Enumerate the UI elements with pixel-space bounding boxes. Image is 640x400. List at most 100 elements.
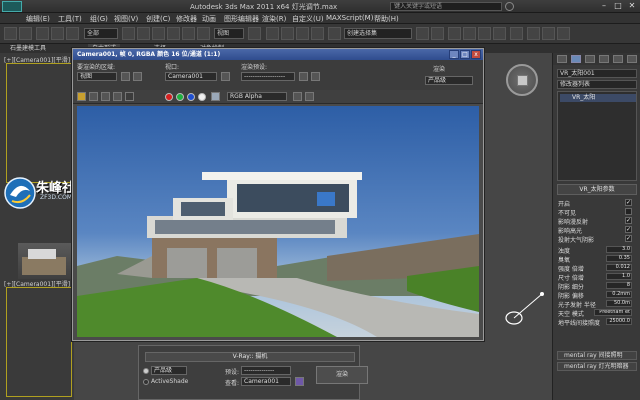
create-tab-icon[interactable] [557,55,567,63]
save-image-icon[interactable] [77,92,86,101]
menu-views[interactable]: 视图(V) [114,14,138,24]
clear-image-icon[interactable] [125,92,134,101]
environment-effects-icon[interactable] [311,72,320,81]
vray-preset-dropdown[interactable]: -------------- [241,366,291,375]
hierarchy-tab-icon[interactable] [585,55,595,63]
named-selection-dropdown[interactable]: 创建选择集 [344,28,412,39]
mr-light-shader-rollout[interactable]: mental ray 灯光明暗器 [557,362,637,371]
production-radio[interactable] [143,368,149,374]
link-icon[interactable] [36,27,49,40]
invisible-checkbox[interactable] [625,208,632,215]
viewcube-face-icon[interactable] [517,75,528,86]
menu-graph-editors[interactable]: 图形编辑器 [224,14,259,24]
material-editor-icon[interactable] [510,27,523,40]
reference-coord-dropdown[interactable]: 视图 [214,28,244,39]
toggle-ui-icon[interactable] [293,92,302,101]
percent-snap-icon[interactable] [296,27,309,40]
shadow-bias-spinner[interactable]: 0.2mm [606,291,632,298]
select-by-name-icon[interactable] [137,27,150,40]
render-setup-icon[interactable] [527,27,540,40]
search-input[interactable]: 键入关键字或短语 [390,2,502,11]
edit-named-selection-icon[interactable] [328,27,341,40]
intensity-spinner[interactable]: 0.012 [606,264,632,271]
copy-image-icon[interactable] [89,92,98,101]
monochrome-icon[interactable] [211,92,220,101]
red-channel-icon[interactable] [165,93,173,101]
auto-region-icon[interactable] [133,72,142,81]
menu-edit[interactable]: 编辑(E) [26,14,50,24]
curve-editor-icon[interactable] [478,27,491,40]
toggle-overlay-icon[interactable] [305,92,314,101]
render-window-minimize-button[interactable]: _ [449,50,459,59]
bind-space-warp-icon[interactable] [66,27,79,40]
move-icon[interactable] [167,27,180,40]
search-icon[interactable] [505,2,514,11]
spinner-snap-icon[interactable] [311,27,324,40]
menu-animation[interactable]: 动画 [202,14,216,24]
menu-maxscript[interactable]: MAXScript(M) [326,14,373,22]
render-window-maximize-button[interactable]: □ [460,50,470,59]
display-tab-icon[interactable] [613,55,623,63]
viewport-label-bottom[interactable]: [+][Camera001][平滑] [4,279,70,288]
size-spinner[interactable]: 1.0 [606,273,632,280]
alpha-channel-icon[interactable] [198,93,206,101]
align-icon[interactable] [431,27,444,40]
select-object-icon[interactable] [122,27,135,40]
redo-icon[interactable] [19,27,32,40]
edit-region-icon[interactable] [121,72,130,81]
menu-customize[interactable]: 自定义(U) [292,14,324,24]
sky-model-dropdown[interactable]: Preetham et [594,309,632,316]
affect-diffuse-checkbox[interactable]: ✓ [625,217,632,224]
render-setup-icon[interactable] [299,72,308,81]
render-button[interactable]: 渲染 [433,64,445,73]
enabled-checkbox[interactable]: ✓ [625,199,632,206]
graphite-toggle-icon[interactable] [463,27,476,40]
shadow-subdivs-spinner[interactable]: 8 [606,282,632,289]
mirror-icon[interactable] [416,27,429,40]
blue-channel-icon[interactable] [187,93,195,101]
modifier-list-dropdown[interactable]: 修改器列表 [557,80,637,89]
menu-help[interactable]: 帮助(H) [374,14,399,24]
production-dropdown[interactable]: 产品级 [425,76,473,85]
schematic-view-icon[interactable] [493,27,506,40]
rotate-icon[interactable] [182,27,195,40]
modify-tab-icon[interactable] [571,55,581,63]
viewcube-icon[interactable] [506,64,538,96]
modifier-stack-item[interactable]: VR_太阳 [560,94,636,102]
motion-tab-icon[interactable] [599,55,609,63]
unlink-icon[interactable] [51,27,64,40]
menu-tools[interactable]: 工具(T) [58,14,82,24]
lock-viewport-icon[interactable] [221,72,230,81]
app-logo-icon[interactable] [2,1,22,12]
viewport-dropdown[interactable]: Camera001 [165,72,217,81]
tab-graphite-modeling[interactable]: 石墨建模工具 [6,44,50,53]
vray-camera-rollout[interactable]: V-Ray:: 摄机 [145,352,355,362]
rendered-image[interactable] [77,106,479,337]
mr-indirect-rollout[interactable]: mental ray 间接照明 [557,351,637,360]
cast-atmos-shadows-checkbox[interactable]: ✓ [625,235,632,242]
render-button[interactable]: 渲染 [316,366,368,384]
print-image-icon[interactable] [113,92,122,101]
maximize-button[interactable]: □ [612,1,624,11]
menu-create[interactable]: 创建(C) [146,14,170,24]
sun-params-rollout[interactable]: VR_太阳参数 [557,184,637,195]
lock-view-icon[interactable] [295,377,304,386]
rect-select-icon[interactable] [152,27,165,40]
render-preset-dropdown[interactable]: ------------------- [241,72,295,81]
activeshade-radio[interactable] [143,379,149,385]
sun-light-gizmo-icon[interactable] [496,290,546,340]
angle-snap-icon[interactable] [281,27,294,40]
layer-icon[interactable] [448,27,461,40]
pivot-icon[interactable] [248,27,261,40]
render-production-icon[interactable] [557,27,570,40]
photon-radius-spinner[interactable]: 50.0m [606,300,632,307]
object-name-field[interactable]: VR_太阳001 [557,69,637,78]
selection-filter-dropdown[interactable]: 全部 [84,28,118,39]
display-channel-dropdown[interactable]: RGB Alpha [227,92,287,101]
undo-icon[interactable] [4,27,17,40]
minimize-button[interactable]: – [598,1,610,11]
snap-icon[interactable] [266,27,279,40]
rendered-frame-icon[interactable] [542,27,555,40]
menu-rendering[interactable]: 渲染(R) [262,14,286,24]
utilities-tab-icon[interactable] [627,55,637,63]
